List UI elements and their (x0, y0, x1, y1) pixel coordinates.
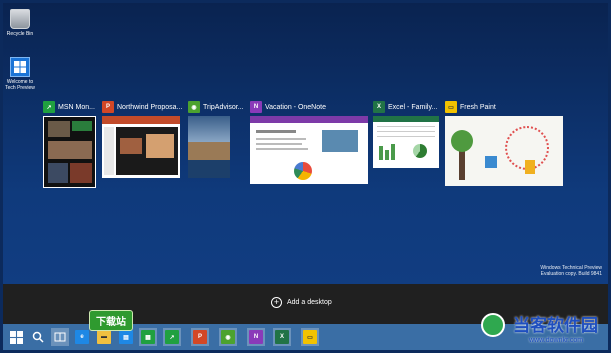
search-icon (32, 331, 44, 343)
recycle-bin-icon (10, 9, 30, 29)
taskbar-msn-money[interactable]: ▦ (139, 328, 157, 346)
taskbar-ie[interactable]: e (73, 328, 91, 346)
windows-logo-icon (10, 57, 30, 77)
window-title: Fresh Paint (460, 103, 496, 111)
window-title: TripAdvisor... (203, 103, 244, 111)
window-title: MSN Mon... (58, 103, 95, 111)
window-thumbnail (102, 116, 180, 178)
task-view-icon (54, 332, 66, 342)
msn-money-icon: ▦ (141, 330, 155, 344)
brand-logo-icon (481, 313, 505, 337)
tripadvisor-icon: ◉ (188, 101, 200, 113)
start-button[interactable] (7, 328, 25, 346)
overlay-brand: 当客软件园 www.downkr.com (473, 303, 608, 350)
store-icon: ▤ (119, 330, 133, 344)
window-thumbnail (373, 116, 439, 168)
fresh-paint-icon: ▭ (445, 101, 457, 113)
search-button[interactable] (29, 328, 47, 346)
task-view-excel[interactable]: X Excel - Family... (373, 100, 443, 180)
taskbar-excel[interactable]: X (273, 328, 291, 346)
window-thumbnail (250, 116, 368, 184)
welcome-shortcut[interactable]: Welcome to Tech Preview (3, 57, 37, 91)
task-view-onenote[interactable]: N Vacation - OneNote (250, 100, 368, 192)
task-view-msn-money[interactable]: ↗ MSN Mon... (43, 100, 96, 188)
taskbar-fresh-paint[interactable]: ▭ (301, 328, 319, 346)
window-thumbnail (43, 116, 96, 188)
excel-icon: X (275, 330, 289, 344)
add-desktop-button[interactable]: + Add a desktop (271, 297, 332, 308)
onenote-icon: N (249, 330, 263, 344)
taskbar-powerpoint[interactable]: P (191, 328, 209, 346)
welcome-label: Welcome to Tech Preview (5, 79, 35, 91)
build-watermark: Windows Technical Preview Evaluation cop… (540, 265, 602, 277)
taskbar-msn-money-2[interactable]: ↗ (163, 328, 181, 346)
powerpoint-icon: P (102, 101, 114, 113)
brand-url: www.downkr.com (529, 337, 584, 344)
window-title: Excel - Family... (388, 103, 438, 111)
plus-icon: + (271, 297, 282, 308)
chart-icon: ↗ (165, 330, 179, 344)
tripadvisor-icon: ◉ (221, 330, 235, 344)
window-thumbnail (188, 116, 230, 178)
task-view-button[interactable] (51, 328, 69, 346)
task-view-tripadvisor[interactable]: ◉ TripAdvisor... (188, 100, 246, 186)
add-desktop-label: Add a desktop (287, 299, 332, 306)
fresh-paint-icon: ▭ (303, 330, 317, 344)
recycle-bin-shortcut[interactable]: Recycle Bin (3, 9, 37, 37)
window-title: Northwind Proposa... (117, 103, 183, 111)
watermark-line2: Evaluation copy. Build 9841 (540, 271, 602, 277)
window-thumbnail (445, 116, 563, 186)
taskbar-tripadvisor[interactable]: ◉ (219, 328, 237, 346)
excel-icon: X (373, 101, 385, 113)
internet-explorer-icon: e (75, 330, 89, 344)
task-view-fresh-paint[interactable]: ▭ Fresh Paint (445, 100, 565, 194)
taskbar-onenote[interactable]: N (247, 328, 265, 346)
window-title: Vacation - OneNote (265, 103, 326, 111)
windows-logo-icon (9, 330, 23, 344)
onenote-icon: N (250, 101, 262, 113)
task-view-northwind[interactable]: P Northwind Proposa... (102, 100, 182, 186)
screen: Recycle Bin Welcome to Tech Preview ↗ MS… (3, 3, 608, 350)
overlay-badge: 下载站 (89, 310, 133, 331)
powerpoint-icon: P (193, 330, 207, 344)
folder-icon: ▬ (97, 330, 111, 344)
brand-name: 当客软件园 (513, 316, 598, 335)
msn-money-icon: ↗ (43, 101, 55, 113)
recycle-bin-label: Recycle Bin (6, 31, 34, 37)
